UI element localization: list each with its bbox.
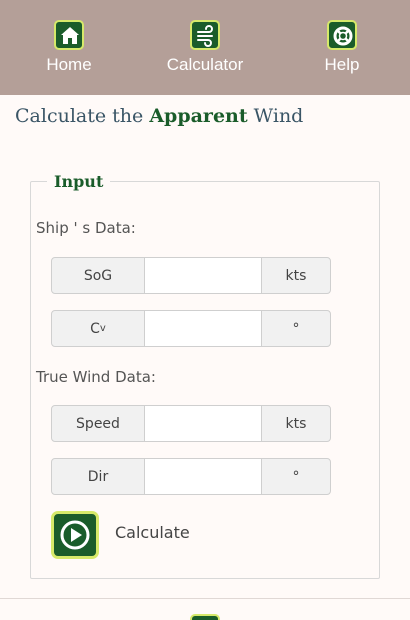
calculate-label[interactable]: Calculate [115, 523, 190, 542]
sog-unit: kts [261, 257, 331, 294]
sog-input[interactable] [144, 257, 262, 294]
cv-unit: ° [261, 310, 331, 347]
speed-input-group: Speed kts [51, 405, 331, 442]
speed-input[interactable] [144, 405, 262, 442]
speed-unit: kts [261, 405, 331, 442]
ship-data-label: Ship ' s Data: [36, 219, 136, 237]
nav-home-label: Home [46, 55, 92, 74]
true-wind-data-label: True Wind Data: [36, 368, 156, 386]
title-emphasis: Apparent [149, 105, 248, 127]
dir-prefix: Dir [51, 458, 145, 495]
sog-input-group: SoG kts [51, 257, 331, 294]
cv-prefix-sub: v [99, 323, 106, 334]
nav-home[interactable]: Home [38, 0, 100, 95]
title-prefix: Calculate the [15, 105, 144, 127]
lifebuoy-icon [327, 20, 357, 50]
cv-input-group: Cv ° [51, 310, 331, 347]
nav-calculator[interactable]: Calculator [160, 0, 250, 95]
calculate-button[interactable] [51, 511, 99, 559]
home-icon [54, 20, 84, 50]
dir-input-group: Dir ° [51, 458, 331, 495]
footer-divider [0, 598, 410, 599]
cv-prefix: Cv [51, 310, 145, 347]
cv-input[interactable] [144, 310, 262, 347]
cv-prefix-main: C [90, 320, 100, 337]
top-navbar: Home Calculator Help [0, 0, 410, 95]
nav-help-label: Help [324, 55, 360, 74]
wind-icon [190, 20, 220, 50]
speed-prefix: Speed [51, 405, 145, 442]
play-icon [60, 520, 90, 550]
sog-prefix: SoG [51, 257, 145, 294]
title-suffix: Wind [253, 105, 304, 127]
footer-icon [190, 614, 220, 620]
dir-input[interactable] [144, 458, 262, 495]
nav-help[interactable]: Help [316, 0, 368, 95]
dir-unit: ° [261, 458, 331, 495]
nav-calculator-label: Calculator [166, 55, 244, 74]
input-legend: Input [47, 172, 111, 191]
page-title: Calculate the Apparent Wind [15, 105, 303, 127]
